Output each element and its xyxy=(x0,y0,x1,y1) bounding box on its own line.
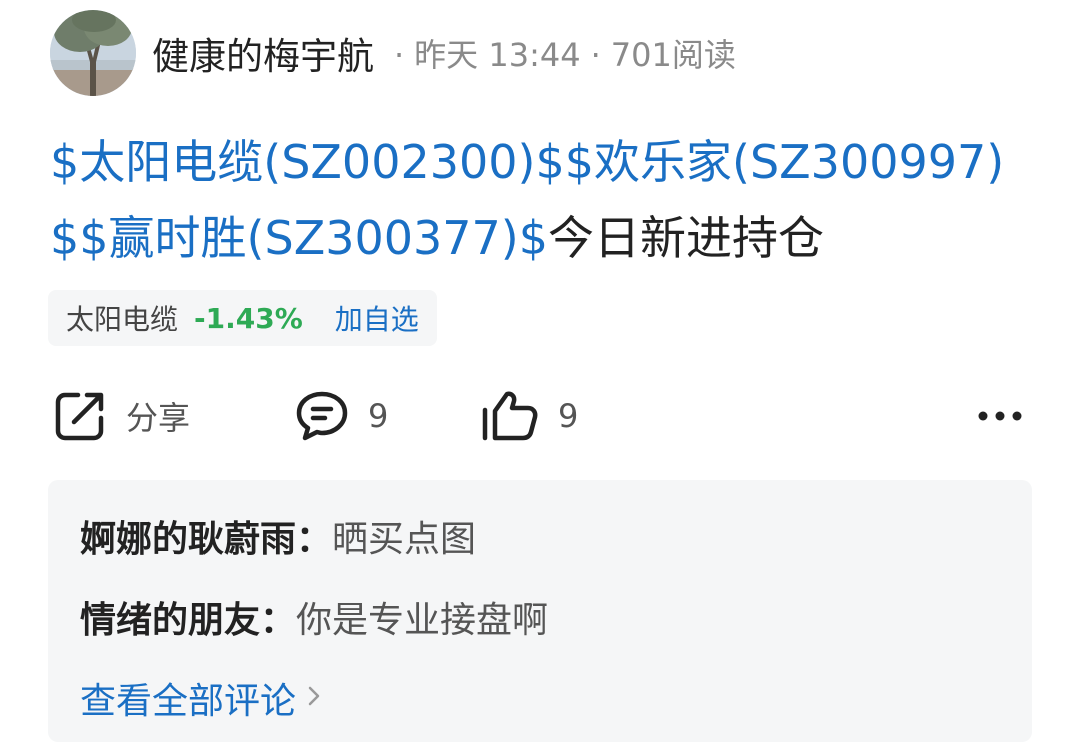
share-icon xyxy=(52,388,108,444)
chevron-right-icon xyxy=(296,678,322,719)
stock-chip-name: 太阳电缆 xyxy=(66,303,179,336)
avatar[interactable] xyxy=(50,10,136,96)
comment-text: 你是专业接盘啊 xyxy=(296,600,549,641)
comment-item[interactable]: 婀娜的耿蔚雨：晒买点图 xyxy=(80,510,476,562)
view-all-comments-link[interactable]: 查看全部评论 xyxy=(80,672,322,724)
post-header: 健康的梅宇航 · 昨天 13:44 · 701阅读 xyxy=(50,10,736,96)
like-button[interactable]: 9 xyxy=(480,380,578,452)
post-time: 昨天 13:44 xyxy=(414,36,581,74)
post-body-text: 今日新进持仓 xyxy=(548,211,825,265)
view-all-label: 查看全部评论 xyxy=(80,681,297,722)
author-name[interactable]: 健康的梅宇航 xyxy=(152,26,374,80)
stock-chip[interactable]: 太阳电缆 -1.43% 加自选 xyxy=(48,290,437,346)
comment-count: 9 xyxy=(368,397,389,435)
comment-colon: ： xyxy=(296,519,333,560)
comments-preview: 婀娜的耿蔚雨：晒买点图 情绪的朋友：你是专业接盘啊 查看全部评论 xyxy=(48,480,1032,742)
action-bar: 分享 9 9 xyxy=(0,380,1080,452)
share-button[interactable]: 分享 xyxy=(52,380,190,452)
comment-user[interactable]: 情绪的朋友 xyxy=(80,600,260,641)
meta-separator: · xyxy=(590,36,601,74)
post-meta: · 昨天 13:44 · 701阅读 xyxy=(384,30,736,76)
stock-link-yingshisheng[interactable]: $赢时胜(SZ300377)$ xyxy=(79,211,548,265)
like-count: 9 xyxy=(558,397,579,435)
comment-text: 晒买点图 xyxy=(332,519,477,560)
more-button[interactable] xyxy=(972,380,1028,452)
stock-link-taiyang[interactable]: $太阳电缆(SZ002300)$ xyxy=(50,135,565,189)
comment-button[interactable]: 9 xyxy=(294,380,388,452)
comment-colon: ： xyxy=(260,600,297,641)
comment-icon xyxy=(294,388,350,444)
share-label: 分享 xyxy=(126,399,191,437)
stock-chip-change: -1.43% xyxy=(194,301,303,335)
more-icon xyxy=(972,388,1028,444)
comment-item[interactable]: 情绪的朋友：你是专业接盘啊 xyxy=(80,591,548,643)
thumbs-up-icon xyxy=(480,388,540,444)
post-text: $太阳电缆(SZ002300)$$欢乐家(SZ300997)$$赢时胜(SZ30… xyxy=(50,124,1040,276)
view-count: 701阅读 xyxy=(610,36,736,74)
meta-separator: · xyxy=(394,36,405,74)
add-watchlist-button[interactable]: 加自选 xyxy=(335,298,419,338)
comment-user[interactable]: 婀娜的耿蔚雨 xyxy=(80,519,296,560)
